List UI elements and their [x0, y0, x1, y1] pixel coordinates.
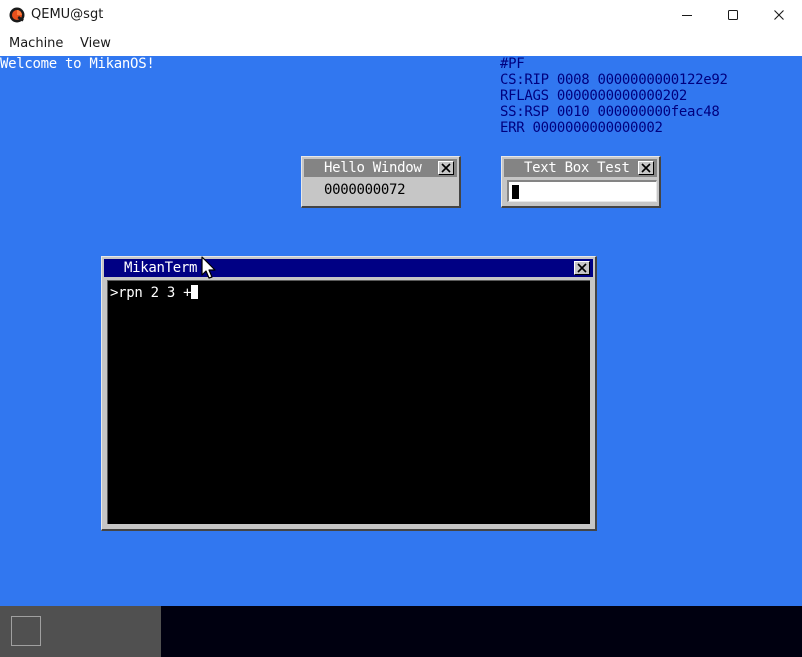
textbox-window-close-button[interactable] — [638, 161, 654, 175]
fault-cs-rip: CS:RIP 0008 0000000000122e92 — [500, 72, 728, 88]
terminal-cursor — [191, 285, 199, 299]
hello-window-title: Hello Window — [324, 160, 422, 176]
host-titlebar: QEMU@sgt — [0, 0, 802, 30]
text-cursor — [512, 185, 519, 199]
fault-err: ERR 0000000000000002 — [500, 120, 663, 136]
taskbar — [0, 606, 802, 657]
minimize-button[interactable] — [664, 0, 710, 30]
text-input[interactable] — [507, 180, 657, 202]
fault-ss-rsp: SS:RSP 0010 000000000feac48 — [500, 104, 720, 120]
fault-rflags: RFLAGS 0000000000000202 — [500, 88, 687, 104]
terminal-body[interactable]: >rpn 2 3 + — [107, 280, 590, 524]
minimize-icon — [682, 15, 692, 16]
textbox-window-title: Text Box Test — [524, 160, 630, 176]
hello-window[interactable]: Hello Window 0000000072 — [301, 156, 461, 208]
close-icon — [774, 10, 784, 20]
page-fault-dump: #PF CS:RIP 0008 0000000000122e92 RFLAGS … — [500, 56, 728, 136]
terminal-command: >rpn 2 3 + — [110, 285, 192, 301]
close-icon — [577, 263, 587, 273]
app-title: QEMU@sgt — [31, 7, 104, 22]
menu-view[interactable]: View — [80, 36, 111, 51]
hello-window-titlebar[interactable]: Hello Window — [304, 159, 457, 177]
close-icon — [641, 163, 651, 173]
fault-type: #PF — [500, 56, 525, 72]
taskbar-start-area[interactable] — [0, 606, 161, 657]
guest-desktop[interactable]: Welcome to MikanOS! #PF CS:RIP 0008 0000… — [0, 56, 802, 606]
terminal-close-button[interactable] — [574, 261, 590, 275]
terminal-line: >rpn 2 3 + — [110, 285, 199, 301]
maximize-icon — [728, 10, 738, 20]
welcome-message: Welcome to MikanOS! — [0, 56, 155, 72]
textbox-window[interactable]: Text Box Test — [501, 156, 661, 208]
close-icon — [441, 163, 451, 173]
terminal-titlebar[interactable]: MikanTerm — [104, 259, 593, 277]
maximize-button[interactable] — [710, 0, 756, 30]
hello-window-close-button[interactable] — [438, 161, 454, 175]
terminal-window[interactable]: MikanTerm >rpn 2 3 + — [101, 256, 597, 531]
close-button[interactable] — [756, 0, 802, 30]
mouse-cursor-icon — [201, 256, 216, 279]
textbox-window-titlebar[interactable]: Text Box Test — [504, 159, 657, 177]
menu-machine[interactable]: Machine — [9, 36, 63, 51]
hello-counter: 0000000072 — [324, 182, 406, 198]
qemu-app-icon — [9, 7, 25, 23]
start-square-icon[interactable] — [11, 616, 41, 646]
host-menubar: Machine View — [0, 30, 802, 56]
terminal-title: MikanTerm — [124, 260, 198, 276]
